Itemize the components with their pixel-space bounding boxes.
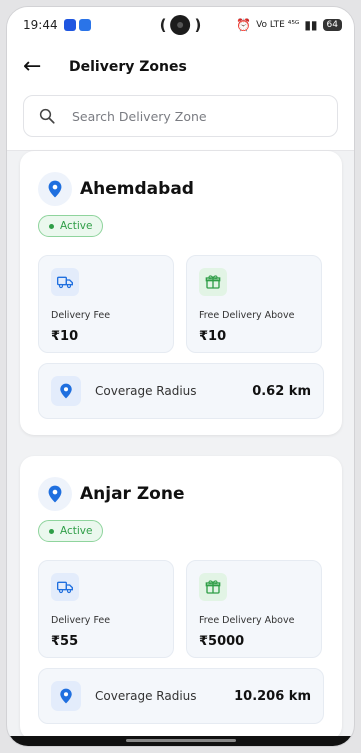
fee-row: Delivery Fee ₹10 Free Delivery Above ₹10: [38, 255, 324, 353]
status-dot: [49, 223, 54, 229]
coverage-radius-label: Coverage Radius: [95, 689, 197, 703]
free-delivery-tile: Free Delivery Above ₹10: [186, 255, 322, 353]
zone-header: Ahemdabad: [38, 171, 324, 207]
coverage-radius-label: Coverage Radius: [95, 384, 197, 398]
delivery-fee-tile: Delivery Fee ₹55: [38, 560, 174, 658]
coverage-radius-tile: Coverage Radius 10.206 km: [38, 668, 324, 724]
battery-icon: 64: [322, 19, 342, 31]
coverage-radius-value: 0.62 km: [252, 383, 311, 399]
app-header: ← Delivery Zones: [7, 43, 354, 91]
notification-app-icon: [63, 19, 76, 31]
cutout-paren-right: ): [194, 16, 202, 34]
coverage-radius-value: 10.206 km: [234, 688, 311, 704]
status-app-icons: [63, 19, 91, 31]
free-delivery-label: Free Delivery Above: [199, 310, 295, 321]
search-bar-container: [7, 91, 354, 151]
front-camera-icon: [170, 15, 191, 35]
location-pin-icon: [51, 376, 81, 406]
status-badge: Active: [38, 520, 104, 542]
home-indicator[interactable]: [7, 736, 354, 746]
free-delivery-tile: Free Delivery Above ₹5000: [186, 560, 322, 658]
location-pin-icon: [51, 681, 81, 711]
delivery-fee-tile: Delivery Fee ₹10: [38, 255, 174, 353]
gift-icon: [199, 268, 227, 296]
delivery-fee-label: Delivery Fee: [51, 310, 111, 321]
delivery-truck-icon: [51, 268, 79, 296]
delivery-fee-label: Delivery Fee: [51, 615, 111, 626]
network-text: Vo LTE ⁴⁵ᴳ: [256, 20, 300, 30]
free-delivery-value: ₹10: [199, 329, 227, 344]
phone-frame: 19:44 ( ) ⏰ Vo LTE ⁴⁵ᴳ ▮▮ 64 ← Delivery …: [6, 6, 355, 747]
notification-app-icon: [78, 19, 91, 31]
search-icon: [39, 108, 55, 124]
arrow-left-icon[interactable]: ←: [23, 56, 47, 78]
status-bar: 19:44 ( ) ⏰ Vo LTE ⁴⁵ᴳ ▮▮ 64: [7, 7, 354, 43]
search-input[interactable]: [72, 108, 302, 124]
free-delivery-label: Free Delivery Above: [199, 615, 295, 626]
zone-card[interactable]: Anjar Zone Active Delivery Fee ₹55 Free …: [20, 456, 342, 740]
status-dot: [49, 528, 54, 534]
cutout-paren-left: (: [159, 16, 167, 34]
coverage-radius-tile: Coverage Radius 0.62 km: [38, 363, 324, 419]
fee-row: Delivery Fee ₹55 Free Delivery Above ₹50…: [38, 560, 324, 658]
zone-card[interactable]: Ahemdabad Active Delivery Fee ₹10 Free D…: [20, 151, 342, 435]
location-pin-icon: [38, 477, 72, 511]
delivery-fee-value: ₹55: [51, 634, 79, 649]
gift-icon: [199, 573, 227, 601]
camera-cutout: ( ): [159, 15, 202, 35]
status-right-icons: ⏰ Vo LTE ⁴⁵ᴳ ▮▮ 64: [236, 18, 342, 32]
status-text: Active: [60, 525, 93, 537]
zone-name: Ahemdabad: [80, 179, 194, 199]
status-time: 19:44: [23, 18, 58, 32]
status-text: Active: [60, 220, 93, 232]
zone-name: Anjar Zone: [80, 484, 185, 504]
delivery-fee-value: ₹10: [51, 329, 79, 344]
signal-icon: ▮▮: [304, 18, 318, 32]
page-title: Delivery Zones: [69, 59, 187, 75]
alarm-icon: ⏰: [236, 18, 252, 32]
zone-header: Anjar Zone: [38, 476, 324, 512]
search-box[interactable]: [23, 95, 338, 137]
free-delivery-value: ₹5000: [199, 634, 245, 649]
status-badge: Active: [38, 215, 104, 237]
delivery-truck-icon: [51, 573, 79, 601]
location-pin-icon: [38, 172, 72, 206]
